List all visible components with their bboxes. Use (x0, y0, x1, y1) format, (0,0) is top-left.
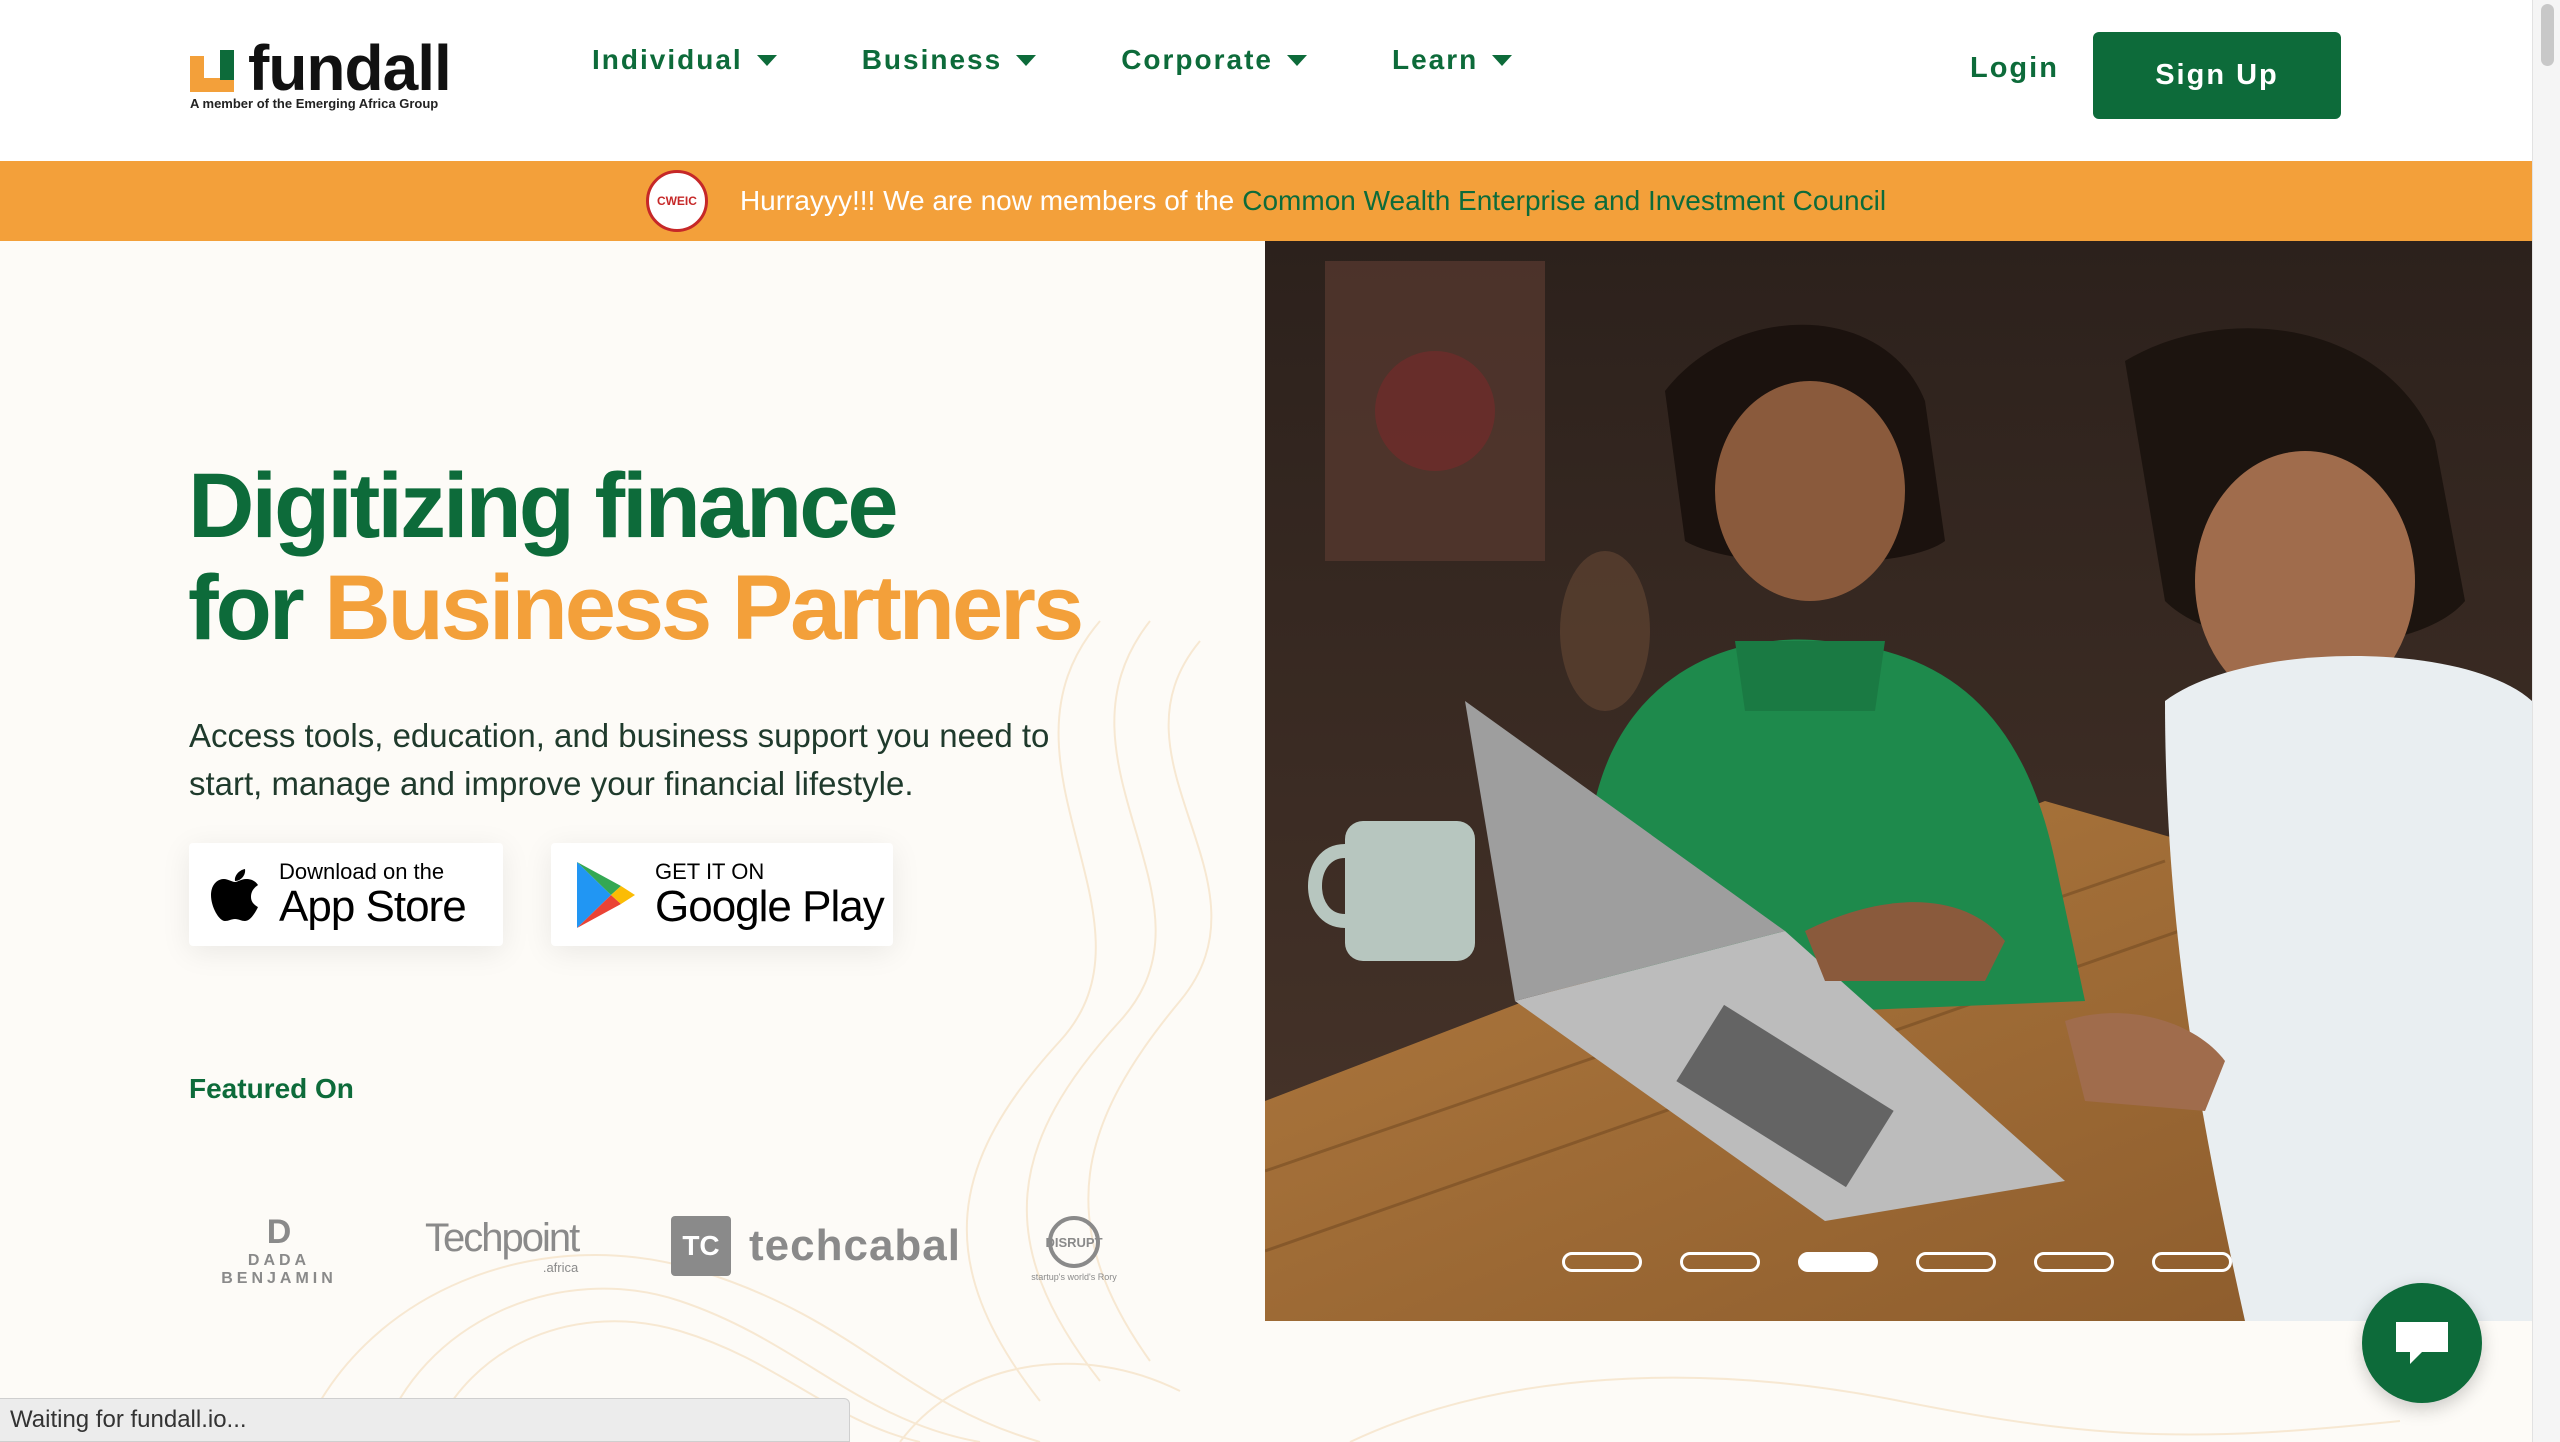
browser-status-bar: Waiting for fundall.io... (0, 1398, 850, 1442)
signup-button[interactable]: Sign Up (2093, 32, 2341, 119)
announcement-banner: CWEIC Hurrayyy!!! We are now members of … (0, 161, 2532, 241)
carousel-dot[interactable] (2152, 1252, 2232, 1272)
caret-down-icon (756, 54, 777, 66)
fundall-logo-mark-icon (190, 50, 234, 92)
nav-business[interactable]: Business (862, 44, 1037, 76)
chat-bubble-icon (2396, 1322, 2448, 1364)
scrollbar-thumb[interactable] (2541, 4, 2554, 66)
logo-wordmark: fundall (248, 32, 452, 104)
page-scrollbar[interactable] (2532, 0, 2560, 1442)
nav-corporate-label: Corporate (1121, 44, 1273, 75)
banner-text: Hurrayyy!!! We are now members of the (739, 185, 1235, 216)
carousel-dot[interactable] (2034, 1252, 2114, 1272)
login-link[interactable]: Login (1970, 52, 2059, 85)
carousel-dot[interactable] (1562, 1252, 1642, 1272)
app-store-button[interactable]: Download on the App Store (189, 843, 503, 946)
techcabal-text: techcabal (749, 1221, 961, 1270)
google-play-icon (577, 861, 635, 928)
signup-label: Sign Up (2155, 59, 2279, 91)
nav-learn-label: Learn (1391, 44, 1479, 75)
disrupt-africa-logo[interactable]: DISRUPT startup's world's Rory (1029, 1216, 1119, 1282)
fundall-logo[interactable]: fundall A member of the Emerging Africa … (190, 32, 480, 116)
app-store-big-text: App Store (279, 881, 467, 931)
nav-learn[interactable]: Learn (1391, 44, 1513, 76)
dada-mark: D (266, 1213, 292, 1251)
techpoint-logo[interactable]: Techpoint .africa (425, 1216, 580, 1275)
techcabal-logo[interactable]: TC techcabal (671, 1216, 961, 1276)
caret-down-icon (1286, 54, 1307, 66)
nav-business-label: Business (861, 44, 1003, 75)
hero-subtitle: Access tools, education, and business su… (189, 717, 1050, 802)
nav-individual[interactable]: Individual (592, 44, 777, 76)
nav-individual-label: Individual (592, 44, 743, 75)
techpoint-text: Techpoint (425, 1216, 580, 1260)
chat-widget-button[interactable] (2362, 1283, 2482, 1403)
apple-icon (211, 868, 258, 921)
cweic-badge-icon: CWEIC (645, 170, 708, 232)
google-play-button[interactable]: GET IT ON Google Play (551, 843, 893, 946)
hero-title-for: for (188, 557, 325, 659)
caret-down-icon (1016, 54, 1037, 66)
banner-cweic-link[interactable]: Common Wealth Enterprise and Investment … (1242, 185, 1886, 217)
google-play-big-text: Google Play (655, 881, 885, 931)
main-nav: Individual Business Corporate Learn (592, 44, 1597, 76)
hero-photo-illustration (1265, 241, 2532, 1321)
hero-photo (1265, 241, 2532, 1321)
page: fundall A member of the Emerging Africa … (0, 0, 2560, 1442)
disrupt-ring: DISRUPT (1045, 1216, 1103, 1268)
dada-benjamin-logo[interactable]: D DADA BENJAMIN (189, 1212, 369, 1288)
carousel-dot[interactable] (1680, 1252, 1760, 1272)
nav-corporate[interactable]: Corporate (1121, 44, 1307, 76)
featured-on-heading: Featured On (189, 1073, 354, 1104)
techpoint-sub: .africa (542, 1260, 579, 1275)
carousel-dot-active[interactable] (1798, 1252, 1878, 1272)
logo-tagline: A member of the Emerging Africa Group (190, 96, 439, 111)
site-header: fundall A member of the Emerging Africa … (0, 0, 2532, 161)
hero-title-line1: Digitizing finance (188, 455, 899, 557)
hero-title-highlight: Business Partners (324, 557, 1084, 659)
carousel-indicators (1562, 1252, 2270, 1272)
carousel-dot[interactable] (1916, 1252, 1996, 1272)
disrupt-sub: startup's world's Rory (1031, 1272, 1117, 1282)
dada-text: DADA BENJAMIN (221, 1252, 337, 1287)
techcabal-mark: TC (671, 1216, 731, 1276)
hero-title: Digitizing finance for Business Partners (188, 455, 1084, 659)
google-play-small-text: GET IT ON (655, 858, 765, 884)
app-store-small-text: Download on the (279, 858, 445, 884)
caret-down-icon (1492, 54, 1513, 66)
